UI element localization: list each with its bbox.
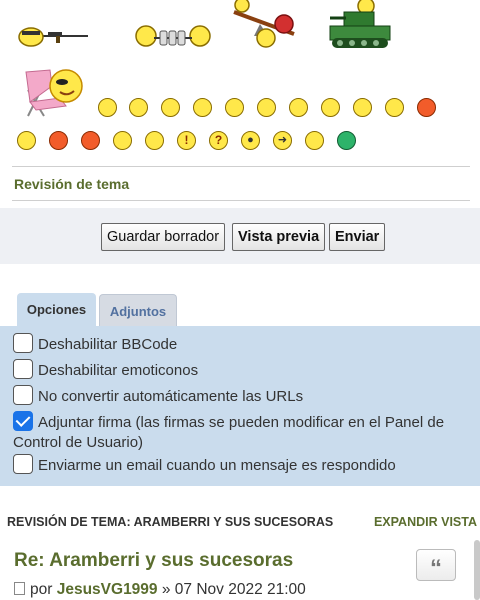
- green-grin-smiley-icon[interactable]: [337, 131, 356, 150]
- submit-buttons-panel: Guardar borrador Vista previa Enviar: [0, 208, 480, 264]
- question-smiley-icon[interactable]: ?: [209, 131, 228, 150]
- no-magic-url-checkbox[interactable]: [13, 385, 33, 405]
- disable-bbcode-label: Deshabilitar BBCode: [38, 336, 178, 353]
- sad-smiley-icon[interactable]: [161, 98, 180, 117]
- post-separator: »: [161, 581, 171, 598]
- seesaw-smiley-icon[interactable]: [228, 0, 300, 48]
- cool-smiley-icon[interactable]: [289, 98, 308, 117]
- twisted-smiley-icon[interactable]: [81, 131, 100, 150]
- surprised-smiley-icon[interactable]: [193, 98, 212, 117]
- happy-smiley-icon[interactable]: [98, 98, 117, 117]
- smile-smiley-icon[interactable]: [129, 98, 148, 117]
- confused-smiley-icon[interactable]: [257, 98, 276, 117]
- post-by-label: por: [30, 581, 53, 598]
- expand-view-link[interactable]: EXPANDIR VISTA: [374, 515, 477, 529]
- quote-button[interactable]: “: [416, 549, 456, 582]
- eek-smiley-icon[interactable]: [225, 98, 244, 117]
- post-author-link[interactable]: JesusVG1999: [57, 581, 158, 598]
- option-attach-signature[interactable]: Adjuntar firma (las firmas se pueden mod…: [13, 411, 468, 453]
- sniper-smiley-icon[interactable]: [18, 22, 90, 48]
- sunbathing-smiley-icon[interactable]: [22, 64, 86, 118]
- rolleyes-smiley-icon[interactable]: [113, 131, 132, 150]
- notify-label: Enviarme un email cuando un mensaje es r…: [38, 457, 396, 474]
- attach-signature-label: Adjuntar firma (las firmas se pueden mod…: [13, 414, 445, 451]
- idea-smiley-icon[interactable]: ●: [241, 131, 260, 150]
- option-disable-smilies[interactable]: Deshabilitar emoticonos: [13, 359, 198, 381]
- options-panel: Deshabilitar BBCode Deshabilitar emotico…: [0, 326, 480, 486]
- geek-smiley-icon[interactable]: [17, 131, 36, 150]
- disable-smilies-checkbox[interactable]: [13, 359, 33, 379]
- arrow-smiley-icon[interactable]: ➜: [273, 131, 292, 150]
- save-draft-button[interactable]: Guardar borrador: [101, 223, 226, 251]
- laughing-smiley-icon[interactable]: [321, 98, 340, 117]
- review-section-title: Revisión de tema: [14, 176, 130, 192]
- tab-options[interactable]: Opciones: [17, 293, 96, 326]
- post-date: 07 Nov 2022 21:00: [174, 581, 306, 598]
- topic-review-heading: REVISIÓN DE TEMA: ARAMBERRI Y SUS SUCESO…: [7, 515, 334, 529]
- neutral-smiley-icon[interactable]: [305, 131, 324, 150]
- wink-smiley-icon[interactable]: [145, 131, 164, 150]
- preview-button[interactable]: Vista previa: [232, 223, 326, 251]
- razz-smiley-icon[interactable]: [385, 98, 404, 117]
- weightlifter-smiley-icon[interactable]: [134, 24, 212, 50]
- notify-checkbox[interactable]: [13, 454, 33, 474]
- option-notify[interactable]: Enviarme un email cuando un mensaje es r…: [13, 454, 396, 476]
- mad-smiley-icon[interactable]: [353, 98, 372, 117]
- divider: [12, 200, 470, 201]
- attach-signature-checkbox[interactable]: [13, 411, 33, 431]
- post-title-link[interactable]: Re: Aramberri y sus sucesoras: [14, 550, 293, 572]
- disable-bbcode-checkbox[interactable]: [13, 333, 33, 353]
- tank-smiley-icon[interactable]: [326, 0, 392, 50]
- evil-smiley-icon[interactable]: [49, 131, 68, 150]
- red-face-smiley-icon[interactable]: [417, 98, 436, 117]
- scrollbar[interactable]: [474, 540, 480, 600]
- divider: [12, 166, 470, 167]
- post-document-icon: [14, 582, 25, 595]
- submit-button[interactable]: Enviar: [329, 223, 386, 251]
- tab-attachments[interactable]: Adjuntos: [99, 294, 177, 326]
- no-magic-url-label: No convertir automáticamente las URLs: [38, 388, 304, 405]
- post-meta: por JesusVG1999 » 07 Nov 2022 21:00: [14, 581, 306, 599]
- disable-smilies-label: Deshabilitar emoticonos: [38, 362, 199, 379]
- smiley-panel: ! ? ● ➜ Revisión de tema: [0, 0, 480, 201]
- option-disable-bbcode[interactable]: Deshabilitar BBCode: [13, 333, 177, 355]
- option-no-magic-url[interactable]: No convertir automáticamente las URLs: [13, 385, 303, 407]
- exclaim-smiley-icon[interactable]: !: [177, 131, 196, 150]
